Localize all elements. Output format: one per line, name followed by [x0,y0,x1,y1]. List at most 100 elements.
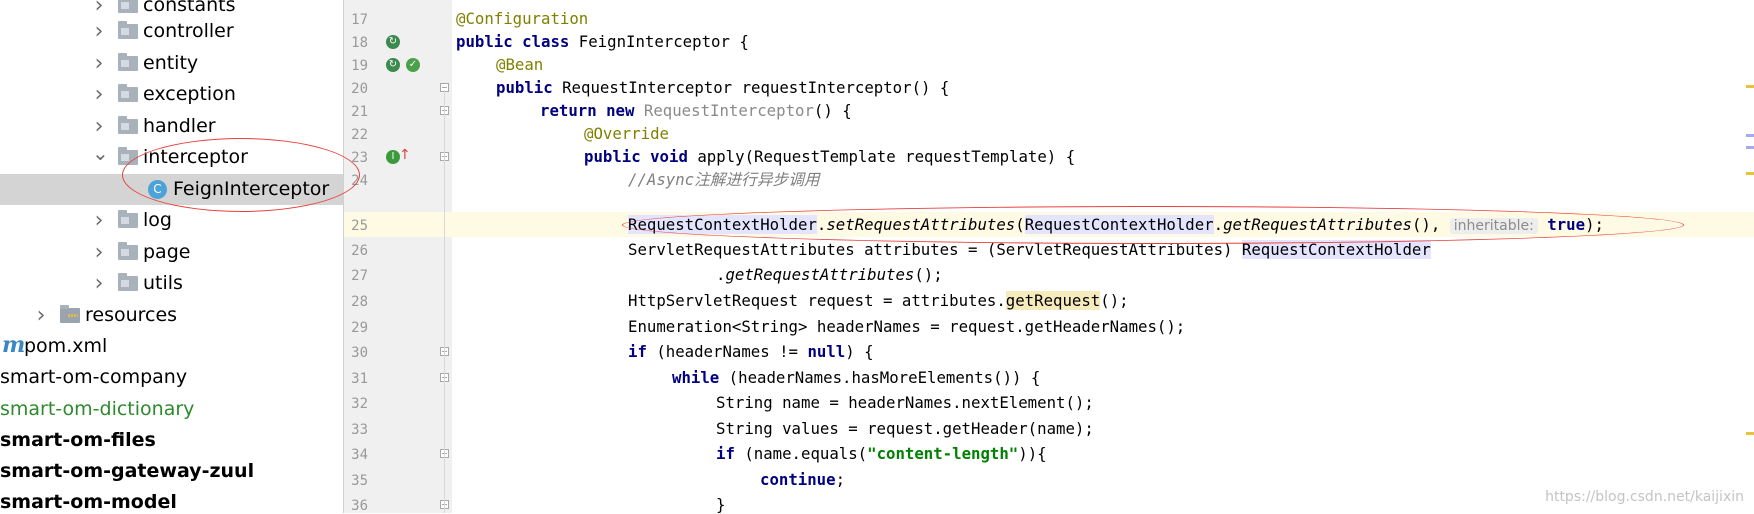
line-number: 17 [351,12,368,28]
tree-item-log[interactable]: › log [0,205,343,236]
tree-item-smart-om-dictionary[interactable]: smart-om-dictionary [0,394,343,425]
folder-icon [118,116,138,134]
folder-icon [118,21,138,39]
warning-marker [1746,432,1754,435]
tree-item-handler[interactable]: › handler [0,111,343,142]
tree-item-label: entity [143,52,199,74]
chevron-right-icon[interactable]: › [92,205,106,236]
overrides-arrow-icon[interactable]: ↑ [399,147,411,163]
watermark: https://blog.csdn.net/kaijixin [1545,489,1744,505]
line-number: 35 [351,473,368,489]
project-tree-panel: › constants › controller › entity › exception › h… [0,0,343,513]
code-line-30: if (headerNames != null) { [452,339,1754,364]
keyword-token: public void [584,147,688,166]
code-token: (), [1411,215,1450,234]
tree-item-exception[interactable]: › exception [0,79,343,110]
line-number: 23 [351,150,368,166]
keyword-token: if [716,444,735,463]
code-line-21: return new RequestInterceptor() { [452,98,1754,123]
chevron-right-icon[interactable]: › [92,268,106,299]
code-line-25: RequestContextHolder.setRequestAttribute… [452,212,1754,237]
spring-bean-icon[interactable]: ↻ [386,35,400,49]
tree-item-smart-om-model[interactable]: smart-om-model [0,487,343,513]
keyword-token: return new [540,101,635,120]
resources-folder-icon [60,305,80,323]
tree-item-smart-om-gateway-zuul[interactable]: smart-om-gateway-zuul [0,456,343,487]
spring-bean-icon[interactable]: ↻ [386,58,400,72]
code-token: ServletRequestAttributes attributes = (S… [628,240,1242,259]
static-method-token: setRequestAttributes [826,215,1016,234]
line-number: 20 [351,81,368,97]
chevron-right-icon[interactable]: › [92,79,106,110]
code-line-34: if (name.equals("content-length")){ [452,441,1754,466]
tree-item-entity[interactable]: › entity [0,48,343,79]
code-token: (); [1100,291,1129,310]
code-token: (headerNames != [646,342,808,361]
highlighted-usage-token: getRequest [1005,291,1101,310]
string-literal-token: "content-length" [867,444,1019,463]
warning-marker [1746,172,1754,175]
line-number: 34 [351,447,368,463]
implements-method-icon[interactable]: I [386,150,400,164]
code-token: ( [1015,215,1025,234]
code-line-32: String name = headerNames.nextElement(); [452,390,1754,415]
tree-item-feigninterceptor[interactable]: C FeignInterceptor [0,174,343,205]
line-number: 25 [351,218,368,234]
code-token: (headerNames.hasMoreElements()) { [719,368,1041,387]
folder-icon [118,0,138,13]
tree-item-interceptor[interactable]: ⌄ interceptor [0,142,343,173]
line-number: 36 [351,498,368,514]
chevron-down-icon[interactable]: ⌄ [92,142,109,173]
tree-item-label: smart-om-company [0,366,188,388]
code-token: HttpServletRequest request = attributes. [628,291,1006,310]
code-token: )){ [1018,444,1047,463]
tree-item-resources[interactable]: › resources [0,300,343,331]
tree-item-label: handler [143,115,216,137]
line-number: 18 [351,35,368,51]
line-number: 27 [351,268,368,284]
static-method-token: getRequestAttributes [725,265,915,284]
code-line-23: public void apply(RequestTemplate reques… [452,144,1754,169]
tree-item-smart-om-files[interactable]: smart-om-files [0,425,343,456]
code-token: (); [914,265,943,284]
tree-item-controller[interactable]: › controller [0,16,343,47]
tree-item-page[interactable]: › page [0,237,343,268]
chevron-right-icon[interactable]: › [92,48,106,79]
tree-item-smart-om-company[interactable]: smart-om-company [0,362,343,393]
tree-item-label: resources [85,304,178,326]
folder-icon [118,273,138,291]
code-line-22: @Override [452,121,1754,146]
line-number: 24 [351,173,368,189]
chevron-right-icon[interactable]: › [34,300,48,331]
parameter-hint: inheritable: [1449,218,1538,234]
chevron-right-icon[interactable]: › [92,111,106,142]
code-line-31: while (headerNames.hasMoreElements()) { [452,365,1754,390]
chevron-right-icon[interactable]: › [92,16,106,47]
tree-item-pom-xml[interactable]: m pom.xml [0,331,343,362]
line-number: 22 [351,127,368,143]
class-token: RequestContextHolder [628,215,817,234]
code-token: String name = headerNames.nextElement(); [716,393,1094,412]
code-token: apply(RequestTemplate requestTemplate) { [687,147,1076,166]
code-line-19: @Bean [452,52,1754,77]
maven-icon: m [2,332,26,358]
annotation-token: @Override [584,124,670,143]
code-editor[interactable]: @Configuration public class FeignInterce… [452,0,1754,513]
tree-item-utils[interactable]: › utils [0,268,343,299]
code-token: ) { [845,342,874,361]
code-token: . [816,215,827,234]
folder-icon [118,210,138,228]
code-line-18: public class FeignInterceptor { [452,29,1754,54]
keyword-token: public class [456,32,570,51]
folder-icon [118,84,138,102]
navigate-bean-icon[interactable]: ✓ [406,58,420,72]
annotation-token: @Bean [496,55,544,74]
warning-marker [1746,85,1754,88]
editor-gutter: 17 18 19 20 21 22 23 24 25 26 27 28 29 30 31 32 33 34 35 36… [343,0,452,514]
keyword-token: public [496,78,553,97]
code-token: FeignInterceptor { [569,32,749,51]
folder-icon [118,53,138,71]
tree-item-label: FeignInterceptor [173,178,330,200]
chevron-right-icon[interactable]: › [92,237,106,268]
code-line-29: Enumeration<String> headerNames = reques… [452,314,1754,339]
